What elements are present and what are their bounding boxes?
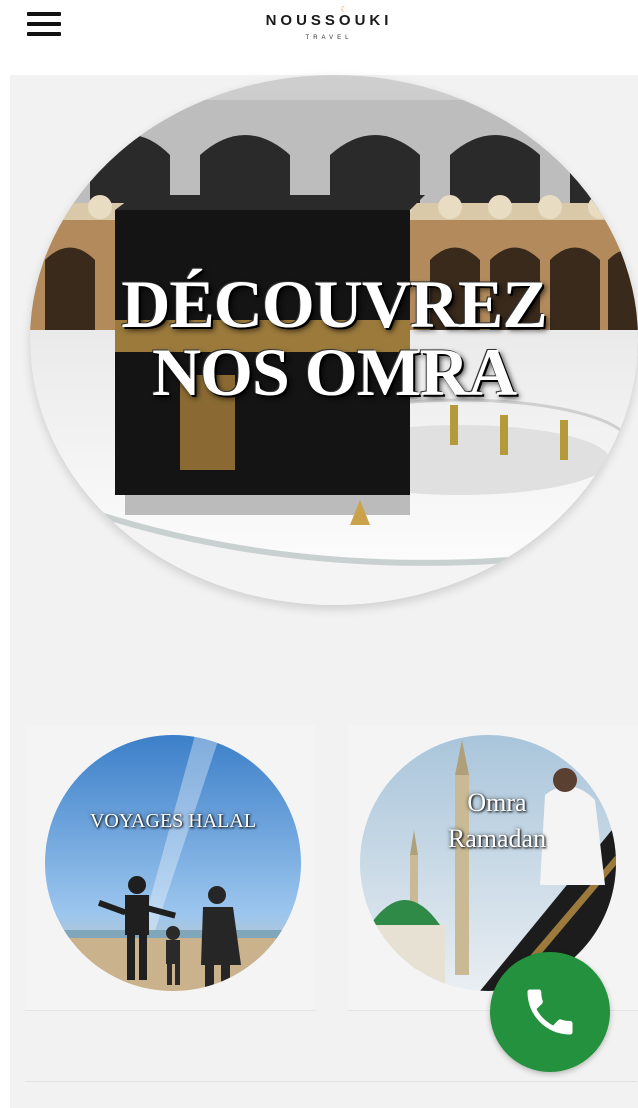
hero-title-line1: DÉCOUVREZ <box>121 266 548 342</box>
header: ☾ NOUSSOUKI TRAVEL <box>0 0 638 75</box>
menu-bar <box>27 32 61 36</box>
crescent-icon: ☾ <box>340 5 348 14</box>
phone-icon <box>527 989 573 1035</box>
hero-title: DÉCOUVREZ NOS OMRA <box>30 270 638 406</box>
card-label-omra-ramadan: Omra Ramadan <box>412 785 582 857</box>
card-label-line1: Omra <box>467 788 527 817</box>
card-image-omra-ramadan: Omra Ramadan <box>360 735 616 991</box>
card-omra-ramadan[interactable]: Omra Ramadan <box>348 725 638 1011</box>
menu-bar <box>27 12 61 16</box>
call-button[interactable] <box>490 952 610 1072</box>
logo-subtext: TRAVEL <box>305 35 353 41</box>
menu-bar <box>27 22 61 26</box>
card-image-voyages-halal: VOYAGES HALAL <box>45 735 301 991</box>
logo-text: NOUSSOUKI <box>265 12 393 29</box>
hero-omra-banner[interactable]: DÉCOUVREZ NOS OMRA <box>30 75 638 605</box>
site-logo[interactable]: ☾ NOUSSOUKI TRAVEL <box>244 4 414 48</box>
card-label-voyages-halal: VOYAGES HALAL <box>89 810 257 832</box>
mosque-image <box>360 735 616 991</box>
hamburger-menu-icon[interactable] <box>27 10 61 40</box>
hero-title-line2: NOS OMRA <box>151 334 517 410</box>
card-voyages-halal[interactable]: VOYAGES HALAL <box>25 725 315 1011</box>
section-divider <box>25 1081 637 1082</box>
card-label-line2: Ramadan <box>447 824 547 853</box>
beach-family-image <box>45 735 301 991</box>
